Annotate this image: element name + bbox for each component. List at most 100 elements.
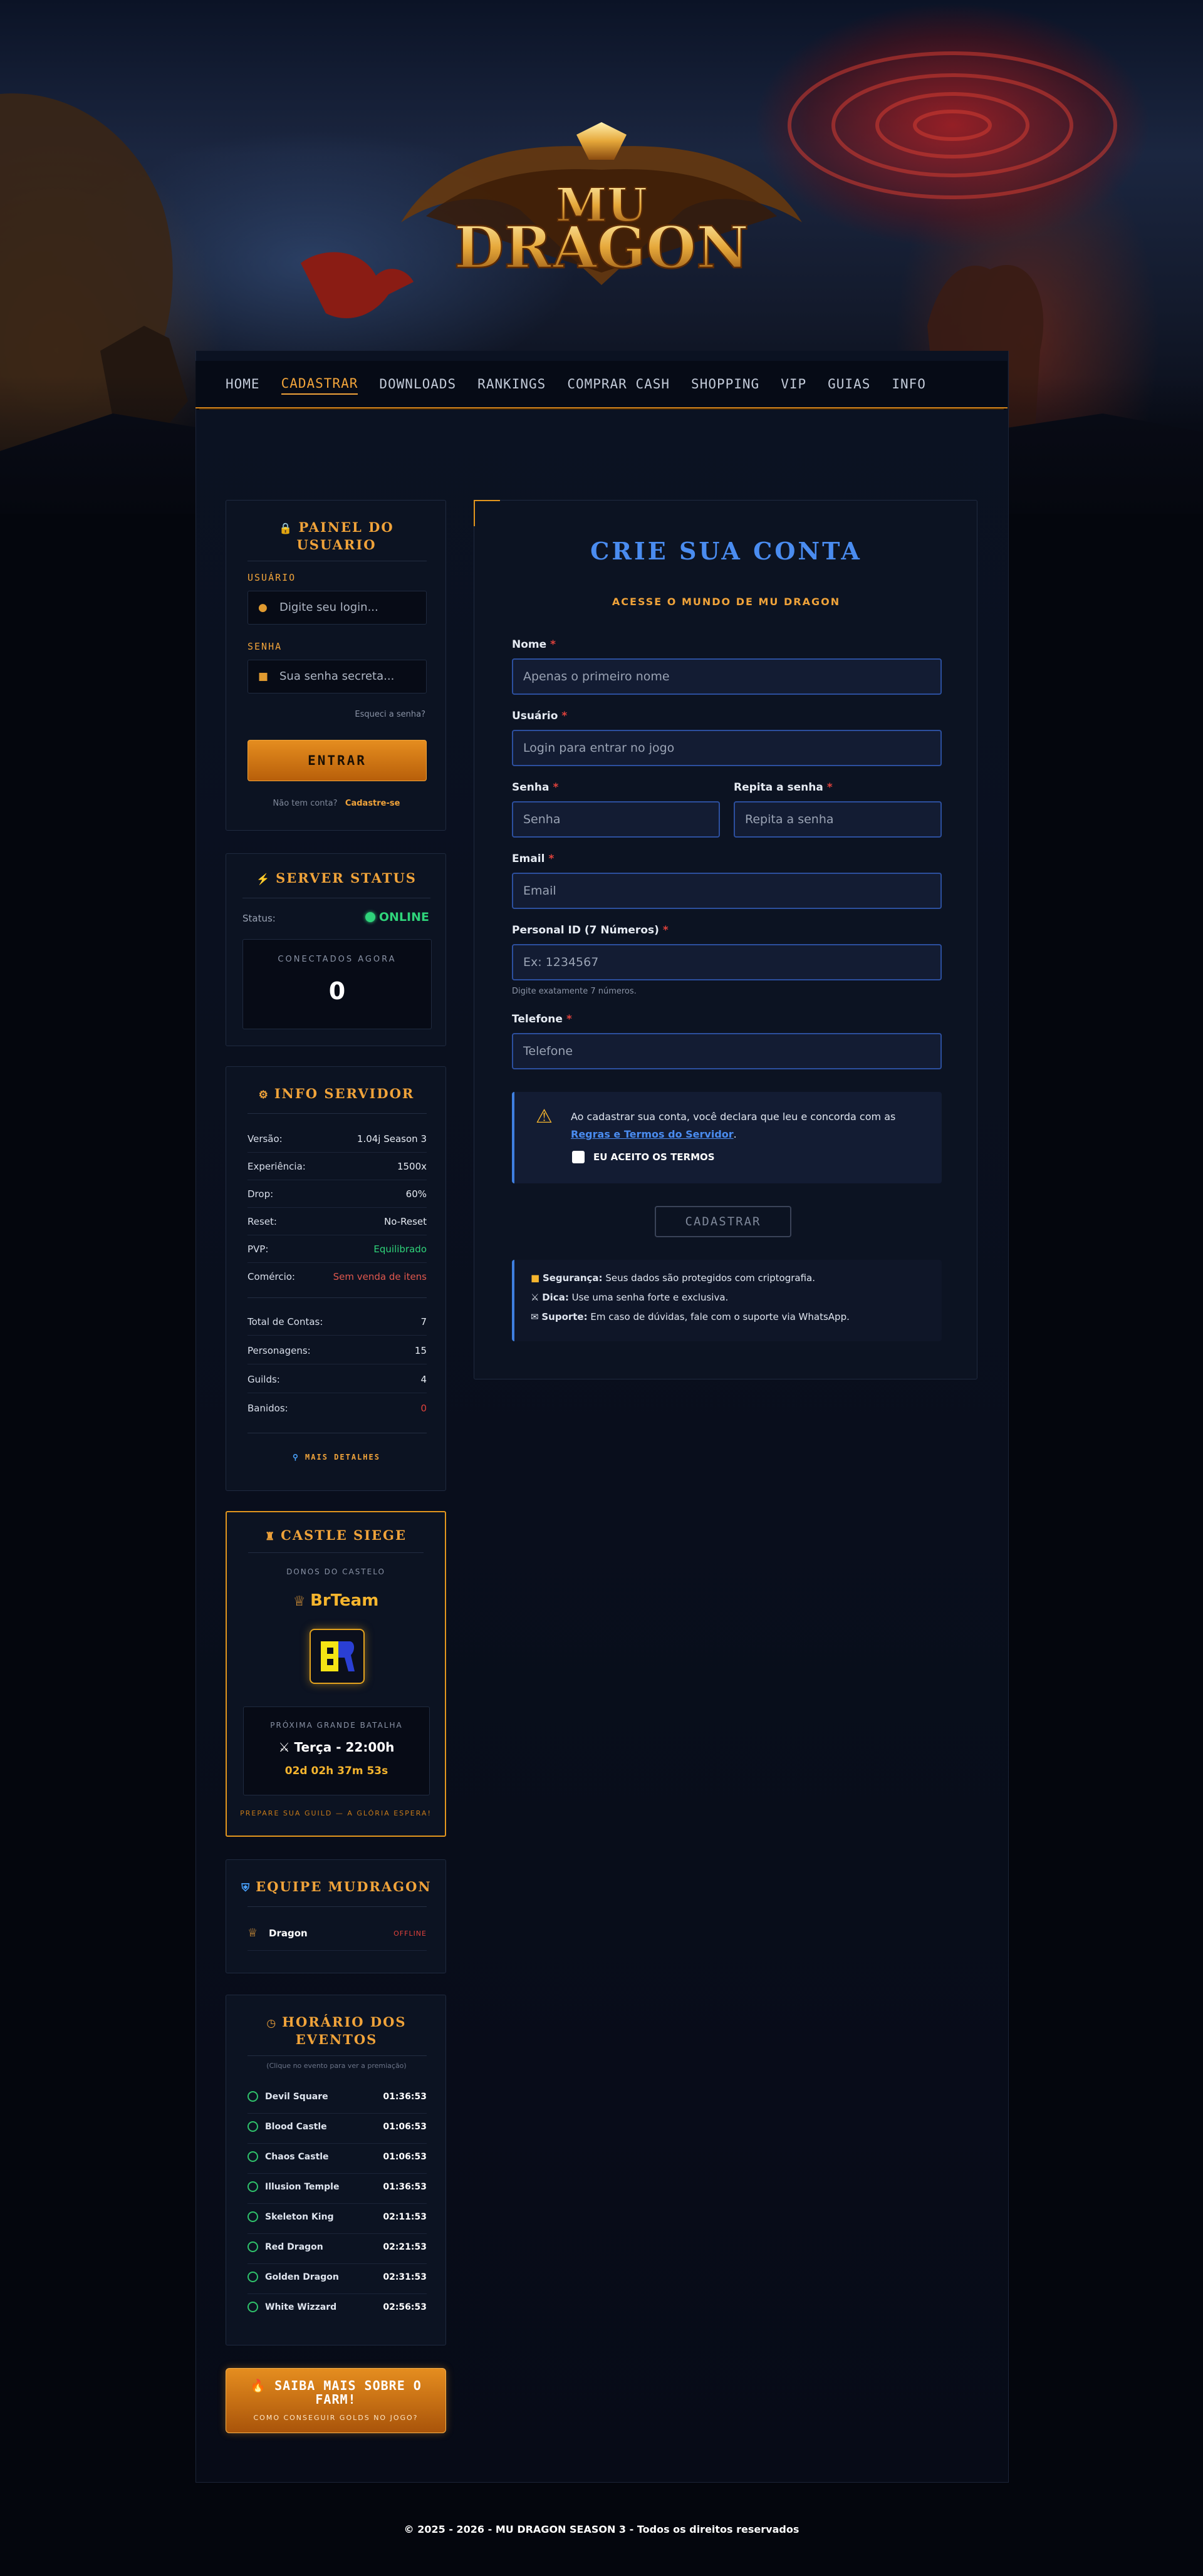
stat-row-guilds: Guilds: 4 xyxy=(247,1365,427,1393)
user-icon: ● xyxy=(258,601,268,614)
swords-icon: ⚔ xyxy=(278,1740,294,1755)
stat-row-personagens: Personagens: 15 xyxy=(247,1336,427,1364)
search-icon: ⚲ xyxy=(293,1453,306,1462)
usuario-label: Usuário * xyxy=(512,710,568,722)
castle-siege-title: ♜ CASTLE SIEGE xyxy=(265,1527,407,1543)
crown-icon: ♕ xyxy=(293,1594,311,1609)
clock-icon xyxy=(247,2302,258,2312)
telefone-input[interactable]: Telefone xyxy=(512,1033,942,1069)
nome-input[interactable]: Apenas o primeiro nome xyxy=(512,658,942,695)
warning-icon: ⚠ xyxy=(536,1106,553,1128)
username-label: USUÁRIO xyxy=(247,572,296,583)
repita-senha-input[interactable]: Repita a senha xyxy=(734,801,942,838)
server-info-card: ⚙ INFO SERVIDOR Versão: 1.04j Season 3 Ex… xyxy=(226,1066,446,1491)
info-row-versao: Versão: 1.04j Season 3 xyxy=(247,1124,427,1153)
online-dot-icon xyxy=(365,912,375,922)
event-row-golden-dragon[interactable]: Golden Dragon 02:31:53 xyxy=(247,2263,427,2294)
clock-icon xyxy=(247,2151,258,2162)
battle-countdown: 02d 02h 37m 53s xyxy=(284,1765,388,1777)
event-row-skeleton-king[interactable]: Skeleton King 02:11:53 xyxy=(247,2203,427,2234)
nav-rankings[interactable]: RANKINGS xyxy=(477,374,546,394)
status-online-badge: ONLINE xyxy=(365,910,429,924)
nav-info[interactable]: INFO xyxy=(892,374,926,394)
nav-shopping[interactable]: SHOPPING xyxy=(691,374,759,394)
terms-text: Ao cadastrar sua conta, você declara que… xyxy=(571,1111,896,1140)
form-subtitle: ACESSE O MUNDO DE MU DRAGON xyxy=(612,596,841,608)
nav-comprar-cash[interactable]: COMPRAR CASH xyxy=(567,374,670,394)
personal-id-input[interactable]: Ex: 1234567 xyxy=(512,944,942,980)
nav-guias[interactable]: GUIAS xyxy=(828,374,870,394)
form-title: CRIE SUA CONTA xyxy=(590,537,862,565)
login-button[interactable]: ENTRAR xyxy=(247,740,427,781)
castle-owners-label: DONOS DO CASTELO xyxy=(286,1567,385,1576)
swords-icon: ⚔ xyxy=(531,1292,543,1303)
status-label: Status: xyxy=(242,913,276,924)
logo-text-dragon: DRAGON xyxy=(454,214,749,281)
register-prompt: Não tem conta? Cadastre-se xyxy=(273,799,400,808)
event-row-red-dragon[interactable]: Red Dragon 02:21:53 xyxy=(247,2233,427,2264)
telefone-label: Telefone * xyxy=(512,1013,572,1026)
next-battle-box: PRÓXIMA GRANDE BATALHA ⚔ Terça - 22:00h … xyxy=(243,1706,430,1795)
chat-icon: ✉ xyxy=(531,1311,542,1322)
corner-accent xyxy=(474,500,500,526)
stat-row-banidos: Banidos: 0 xyxy=(247,1403,427,1414)
farm-promo-button[interactable]: 🔥 SAIBA MAIS SOBRE O FARM! COMO CONSEGUI… xyxy=(226,2368,446,2433)
site-logo[interactable]: MU DRAGON xyxy=(388,122,815,310)
event-row-illusion-temple[interactable]: Illusion Temple 01:36:53 xyxy=(247,2173,427,2204)
guild-emblem xyxy=(310,1629,365,1684)
nav-cadastrar[interactable]: CADASTRAR xyxy=(281,373,358,395)
accept-terms-label[interactable]: EU ACEITO OS TERMOS xyxy=(593,1151,715,1163)
clock-icon: ◷ xyxy=(266,2017,283,2030)
team-member-row[interactable]: ♕ Dragon OFFLINE xyxy=(247,1923,427,1951)
nav-home[interactable]: HOME xyxy=(226,374,260,394)
password-input[interactable]: ■ Sua senha secreta... xyxy=(247,660,427,693)
register-link[interactable]: Cadastre-se xyxy=(345,799,400,808)
clock-icon xyxy=(247,2241,258,2252)
castle-icon: ♜ xyxy=(265,1530,281,1543)
event-row-chaos-castle[interactable]: Chaos Castle 01:06:53 xyxy=(247,2143,427,2174)
register-submit-button[interactable]: CADASTRAR xyxy=(655,1206,791,1237)
terms-box: ⚠ Ao cadastrar sua conta, você declara q… xyxy=(512,1092,942,1183)
clock-icon xyxy=(247,2181,258,2192)
personal-id-label: Personal ID (7 Números) * xyxy=(512,924,669,937)
connected-label: CONECTADOS AGORA xyxy=(278,955,397,964)
usuario-input[interactable]: Login para entrar no jogo xyxy=(512,730,942,766)
nav-downloads[interactable]: DOWNLOADS xyxy=(379,374,456,394)
forgot-password-link[interactable]: Esqueci a senha? xyxy=(355,710,425,719)
next-battle-day: ⚔ Terça - 22:00h xyxy=(278,1740,395,1755)
tip-password: ⚔ Dica: Use uma senha forte e exclusiva. xyxy=(531,1292,729,1303)
connected-count: 0 xyxy=(328,977,346,1005)
user-panel: 🔒 PAINEL DO USUARIO USUÁRIO ● Digite seu… xyxy=(226,500,446,831)
fire-icon: 🔥 xyxy=(250,2378,275,2393)
more-details-link[interactable]: ⚲ MAIS DETALHES xyxy=(226,1453,447,1462)
team-title: ⛨ EQUIPE MUDRAGON xyxy=(241,1879,432,1894)
user-panel-title: 🔒 PAINEL DO USUARIO xyxy=(279,519,394,553)
castle-footer-text: PREPARE SUA GUILD — A GLÓRIA ESPERA! xyxy=(240,1809,432,1817)
events-card: ◷ HORÁRIO DOS EVENTOS (Clique no evento … xyxy=(226,1995,446,2345)
info-row-reset: Reset: No-Reset xyxy=(247,1207,427,1235)
tip-support: ✉ Suporte: Em caso de dúvidas, fale com … xyxy=(531,1311,850,1322)
server-status-card: ⚡ SERVER STATUS Status: ONLINE CONECTADO… xyxy=(226,853,446,1046)
password-label: SENHA xyxy=(247,641,283,652)
senha-input[interactable]: Senha xyxy=(512,801,720,838)
events-hint: (Clique no evento para ver a premiação) xyxy=(266,2062,407,2070)
site-footer: © 2025 - 2026 - MU DRAGON SEASON 3 - Tod… xyxy=(404,2523,799,2535)
terms-link[interactable]: Regras e Termos do Servidor xyxy=(571,1128,734,1140)
nav-vip[interactable]: VIP xyxy=(781,374,806,394)
info-row-drop: Drop: 60% xyxy=(247,1180,427,1208)
main-navigation: HOME CADASTRAR DOWNLOADS RANKINGS COMPRA… xyxy=(195,361,1008,408)
event-row-blood-castle[interactable]: Blood Castle 01:06:53 xyxy=(247,2113,427,2144)
email-input[interactable]: Email xyxy=(512,873,942,909)
senha-label: Senha * xyxy=(512,781,559,794)
farm-promo-title: 🔥 SAIBA MAIS SOBRE O FARM! xyxy=(250,2378,422,2407)
personal-id-hint: Digite exatamente 7 números. xyxy=(512,987,637,996)
lock-icon: ■ xyxy=(531,1272,543,1284)
event-row-white-wizzard[interactable]: White Wizzard 02:56:53 xyxy=(247,2293,427,2324)
gear-icon: ⚙ xyxy=(258,1089,274,1101)
accept-terms-checkbox[interactable] xyxy=(572,1151,585,1163)
team-member-status: OFFLINE xyxy=(393,1929,427,1938)
username-input[interactable]: ● Digite seu login... xyxy=(247,591,427,625)
clock-icon xyxy=(247,2272,258,2282)
server-info-title: ⚙ INFO SERVIDOR xyxy=(258,1086,415,1101)
event-row-devil-square[interactable]: Devil Square 01:36:53 xyxy=(247,2083,427,2114)
